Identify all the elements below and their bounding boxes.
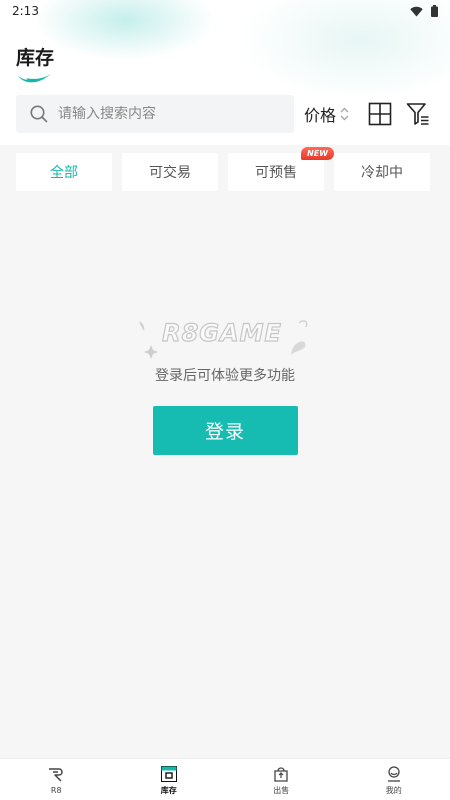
search-box[interactable] bbox=[16, 95, 294, 133]
search-icon bbox=[30, 105, 48, 123]
filter-tabs: 全部 可交易 可预售 NEW 冷却中 bbox=[16, 147, 430, 191]
r8-logo-icon bbox=[49, 767, 63, 782]
tab-label: 可交易 bbox=[149, 165, 191, 181]
wifi-icon bbox=[410, 6, 423, 16]
tab-presale[interactable]: 可预售 NEW bbox=[228, 147, 334, 191]
tab-tradable[interactable]: 可交易 bbox=[122, 153, 218, 191]
tab-cooldown[interactable]: 冷却中 bbox=[334, 153, 430, 191]
status-time: 2:13 bbox=[12, 4, 39, 18]
nav-item-sell[interactable]: 出售 bbox=[225, 759, 338, 800]
nav-label: R8 bbox=[50, 785, 62, 795]
logo-text: R8GAME bbox=[162, 318, 282, 347]
sort-arrows-icon bbox=[340, 107, 349, 121]
nav-label: 我的 bbox=[385, 785, 402, 795]
empty-state: R8GAME 登录后可体验更多功能 登录 bbox=[0, 315, 450, 455]
profile-icon bbox=[387, 765, 400, 782]
login-button[interactable]: 登录 bbox=[152, 406, 298, 455]
nav-label: 出售 bbox=[273, 785, 290, 795]
tab-label: 可预售 bbox=[255, 165, 297, 181]
nav-item-inventory[interactable]: 库存 bbox=[113, 759, 226, 800]
page-title: 库存 bbox=[16, 47, 55, 69]
status-icons bbox=[410, 5, 438, 17]
nav-item-r8[interactable]: R8 bbox=[0, 759, 113, 800]
inventory-icon bbox=[160, 765, 177, 782]
status-bar: 2:13 bbox=[0, 0, 450, 22]
new-badge: NEW bbox=[301, 147, 334, 160]
price-sort-label: 价格 bbox=[304, 106, 337, 125]
tab-label: 全部 bbox=[50, 165, 78, 181]
tab-all[interactable]: 全部 bbox=[16, 153, 112, 191]
bottom-nav: R8 库存 出售 我的 bbox=[0, 758, 450, 800]
battery-icon bbox=[431, 5, 438, 17]
title-wing-decoration bbox=[18, 73, 52, 83]
login-prompt-text: 登录后可体验更多功能 bbox=[155, 368, 295, 384]
grid-view-icon[interactable] bbox=[368, 102, 392, 126]
search-input[interactable] bbox=[58, 106, 268, 122]
tab-label: 冷却中 bbox=[361, 165, 403, 181]
nav-label: 库存 bbox=[160, 785, 177, 795]
price-sort-button[interactable]: 价格 bbox=[304, 102, 349, 126]
nav-item-profile[interactable]: 我的 bbox=[338, 759, 450, 800]
filter-icon[interactable] bbox=[406, 102, 430, 126]
sell-bag-icon bbox=[274, 766, 288, 782]
r8game-logo: R8GAME bbox=[135, 315, 315, 359]
